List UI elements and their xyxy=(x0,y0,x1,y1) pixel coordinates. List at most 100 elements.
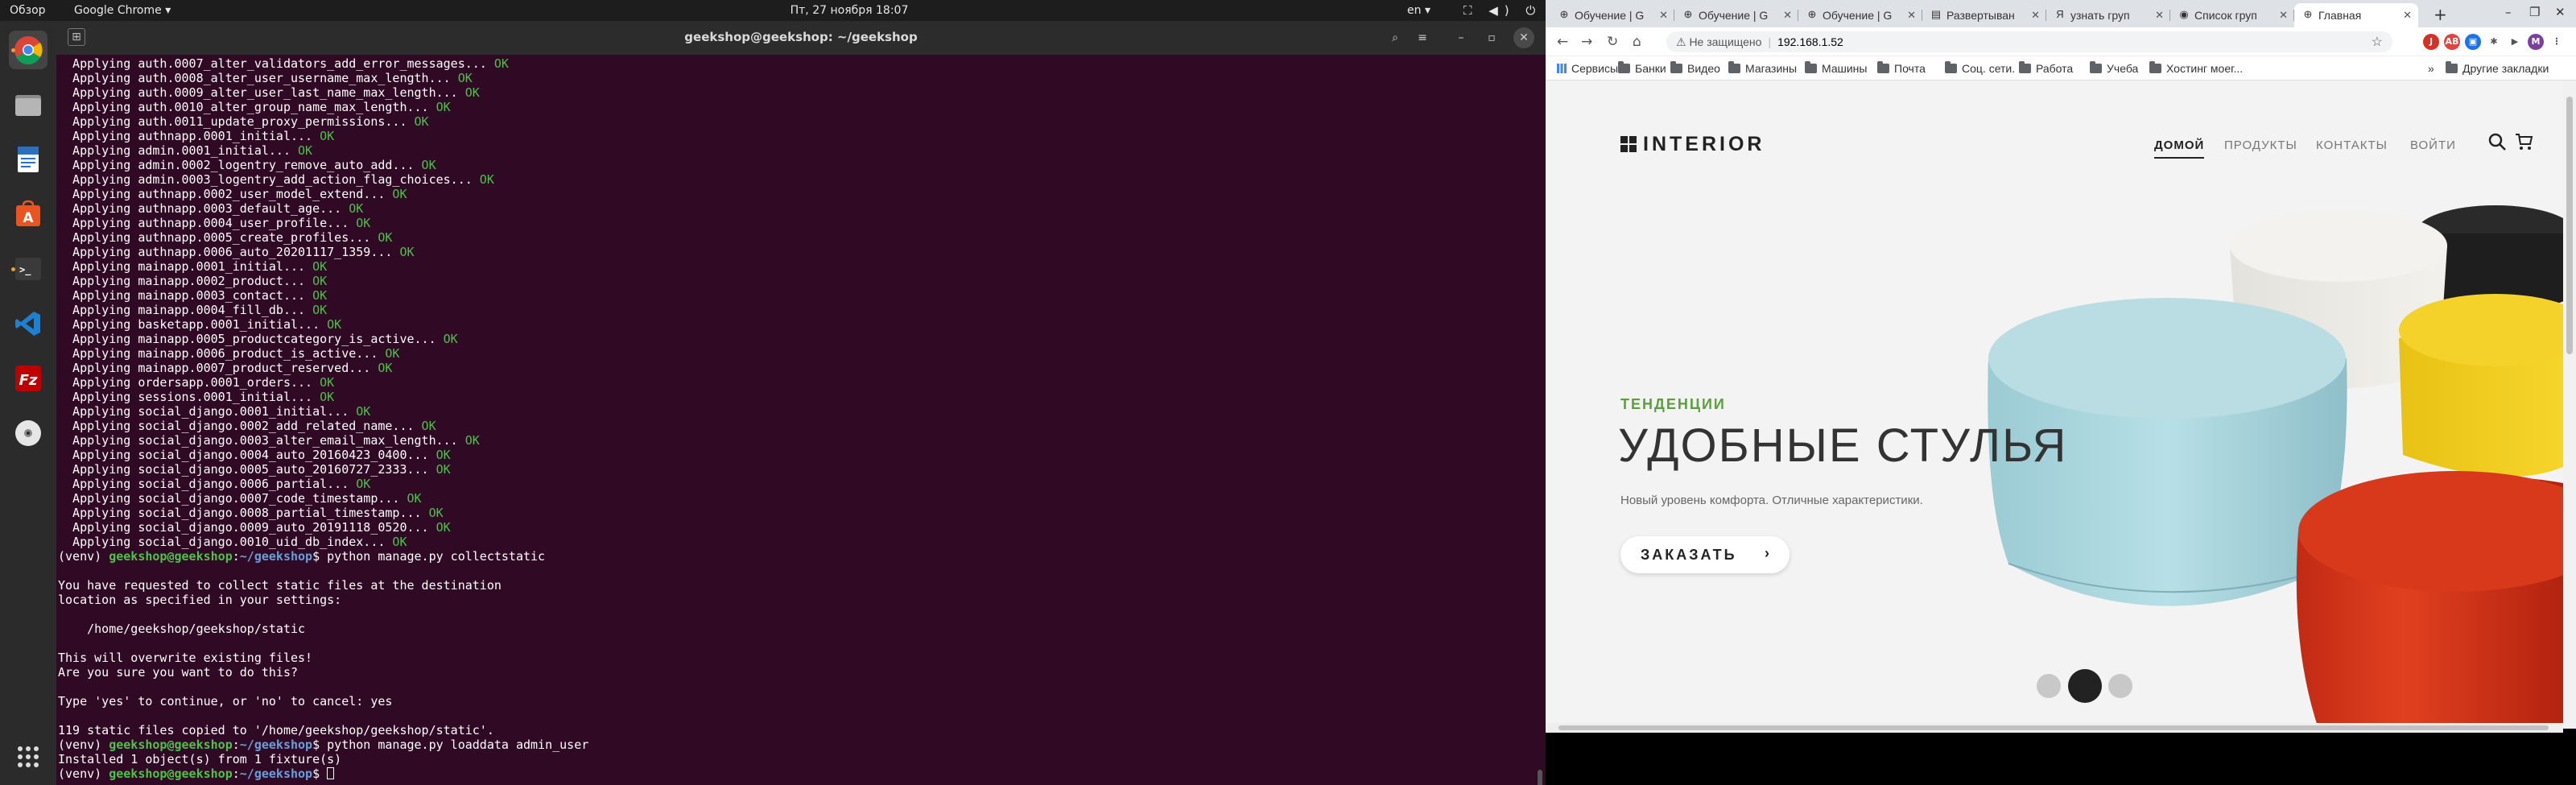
extension-icon[interactable]: J xyxy=(2423,34,2439,50)
vscode-icon xyxy=(15,312,40,336)
status-ok: OK xyxy=(414,158,436,172)
terminal-line: Applying auth.0007_alter_validators_add_… xyxy=(58,56,1546,71)
tab-close-icon[interactable]: ✕ xyxy=(1907,9,1916,22)
close-icon[interactable]: ✕ xyxy=(2555,5,2566,19)
minimize-icon[interactable]: – xyxy=(1451,27,1472,48)
other-bookmarks[interactable]: Другие закладки xyxy=(2446,61,2549,75)
order-button[interactable]: ЗАКАЗАТЬ › xyxy=(1620,536,1790,573)
terminal-line: Applying social_django.0008_partial_time… xyxy=(58,506,1546,520)
slider-dot-2[interactable] xyxy=(2068,669,2102,703)
browser-tab[interactable]: ⊕ Главная ✕ xyxy=(2294,3,2418,27)
tab-close-icon[interactable]: ✕ xyxy=(2155,9,2164,22)
bookmark-folder[interactable]: Магазины xyxy=(1728,61,1797,75)
bookmark-folder[interactable]: Работа xyxy=(2019,61,2073,75)
terminal-output[interactable]: Applying auth.0007_alter_validators_add_… xyxy=(58,55,1546,785)
bookmark-apps[interactable]: Сервисы xyxy=(1557,62,1618,75)
browser-tab[interactable]: ⊕ Обучение | G ✕ xyxy=(1550,3,1674,27)
tab-label: Обучение | G xyxy=(1575,9,1645,22)
minimize-icon[interactable]: – xyxy=(2505,5,2512,19)
software-store-icon: A xyxy=(16,200,40,226)
reload-icon[interactable]: ↻ xyxy=(1607,34,1618,50)
maximize-icon[interactable]: ▫ xyxy=(1481,27,1502,48)
clock[interactable]: Пт, 27 ноября 18:07 xyxy=(0,4,1699,17)
dock-filezilla[interactable]: Fz xyxy=(9,359,47,398)
browser-tab[interactable]: ⊕ Обучение | G ✕ xyxy=(1798,3,1922,27)
bookmarks-more-icon[interactable]: » xyxy=(2428,62,2434,75)
nav-home[interactable]: ДОМОЙ xyxy=(2154,138,2205,159)
folder-icon xyxy=(2149,61,2161,73)
terminal-text: location as specified in your settings: xyxy=(58,593,342,607)
bookmark-folder[interactable]: Машины xyxy=(1805,61,1867,75)
terminal-text: Are you sure you want to do this? xyxy=(58,665,299,680)
extension-icon[interactable]: ⋮ xyxy=(2549,34,2565,50)
dock-terminal[interactable]: >_ xyxy=(9,250,47,288)
bookmark-folder[interactable]: Учеба xyxy=(2090,61,2138,75)
page-horizontal-scrollbar[interactable] xyxy=(1546,723,2563,733)
dock-vscode[interactable] xyxy=(9,304,47,343)
not-secure-label[interactable]: ⚠ Не защищено xyxy=(1676,35,1761,48)
scrollbar-thumb[interactable] xyxy=(2566,97,2573,354)
browser-tab[interactable]: ⊕ Обучение | G ✕ xyxy=(1674,3,1798,27)
bookmark-folder[interactable]: Почта xyxy=(1877,61,1926,75)
tab-close-icon[interactable]: ✕ xyxy=(1659,9,1668,22)
browser-tab[interactable]: Яузнать груп ✕ xyxy=(2046,3,2170,27)
input-language[interactable]: en ▾ xyxy=(1407,4,1430,17)
dock-writer[interactable] xyxy=(9,140,47,179)
chrome-icon xyxy=(14,36,43,64)
terminal-line: /home/geekshop/geekshop/static xyxy=(58,622,1546,636)
new-tab-button[interactable]: + xyxy=(2434,5,2447,24)
show-applications-button[interactable] xyxy=(9,737,47,776)
scrollbar-thumb[interactable] xyxy=(1558,725,2549,730)
nav-products[interactable]: ПРОДУКТЫ xyxy=(2224,138,2297,152)
nav-login[interactable]: ВОЙТИ xyxy=(2410,138,2456,152)
dock-files[interactable] xyxy=(9,85,47,124)
tab-close-icon[interactable]: ✕ xyxy=(2403,9,2412,22)
tab-close-icon[interactable]: ✕ xyxy=(2279,9,2288,22)
tab-close-icon[interactable]: ✕ xyxy=(1783,9,1792,22)
extension-icon[interactable]: AB xyxy=(2444,34,2460,50)
status-ok: OK xyxy=(312,129,335,143)
extension-icon[interactable]: M xyxy=(2528,34,2544,50)
tab-label: Развертыван xyxy=(1946,9,2015,22)
search-icon[interactable] xyxy=(2487,132,2507,156)
dock-disc[interactable] xyxy=(9,414,47,452)
back-icon[interactable]: ← xyxy=(1557,34,1568,50)
address-bar[interactable]: ⚠ Не защищено | 192.168.1.52 ☆ xyxy=(1666,31,2392,52)
slider-dot-3[interactable] xyxy=(2108,674,2132,698)
maximize-icon[interactable]: ❐ xyxy=(2529,5,2540,19)
extension-icon[interactable]: ▶ xyxy=(2507,34,2523,50)
page-vertical-scrollbar[interactable] xyxy=(2563,81,2576,729)
terminal-command xyxy=(320,766,327,781)
terminal-scrollbar[interactable] xyxy=(1538,770,1542,785)
dock-software[interactable]: A xyxy=(9,195,47,233)
bookmark-folder[interactable]: Видео xyxy=(1670,61,1720,75)
dock-chrome[interactable] xyxy=(9,31,47,69)
browser-tab[interactable]: ▤ Развертыван ✕ xyxy=(1922,3,2046,27)
folder-icon xyxy=(2446,61,2458,73)
bookmark-folder[interactable]: Банки xyxy=(1618,61,1666,75)
terminal-text: Applying social_django.0004_auto_2016042… xyxy=(58,448,429,462)
extension-icon[interactable]: ✱ xyxy=(2486,34,2502,50)
cart-icon[interactable] xyxy=(2514,132,2533,156)
bookmark-star-icon[interactable]: ☆ xyxy=(2372,34,2383,50)
site-logo[interactable]: INTERIOR xyxy=(1620,133,1765,156)
terminal-line: This will overwrite existing files! xyxy=(58,651,1546,665)
terminal-text: /home/geekshop/geekshop/static xyxy=(58,622,306,636)
web-page: INTERIOR ДОМОЙ ПРОДУКТЫ КОНТАКТЫ ВОЙТИ Т… xyxy=(1546,81,2563,729)
nav-contacts[interactable]: КОНТАКТЫ xyxy=(2316,138,2388,152)
forward-icon[interactable]: → xyxy=(1581,34,1592,50)
bookmark-folder[interactable]: Соц. сети. xyxy=(1945,61,2015,75)
bookmark-folder[interactable]: Хостинг моег... xyxy=(2149,61,2243,75)
extension-icon[interactable]: ▣ xyxy=(2465,34,2481,50)
home-icon[interactable]: ⌂ xyxy=(1633,34,1641,50)
tab-close-icon[interactable]: ✕ xyxy=(2031,9,2040,22)
browser-tab[interactable]: ◉ Список груп ✕ xyxy=(2170,3,2294,27)
slider-dot-1[interactable] xyxy=(2037,674,2061,698)
status-ok: OK xyxy=(305,288,328,303)
terminal-line: Applying authnapp.0001_initial... OK xyxy=(58,129,1546,143)
menu-icon[interactable]: ≡ xyxy=(1412,27,1433,48)
chevron-down-icon: ▾ xyxy=(1424,4,1430,17)
search-icon[interactable]: ⌕ xyxy=(1385,27,1406,48)
close-icon[interactable]: ✕ xyxy=(1513,27,1534,48)
